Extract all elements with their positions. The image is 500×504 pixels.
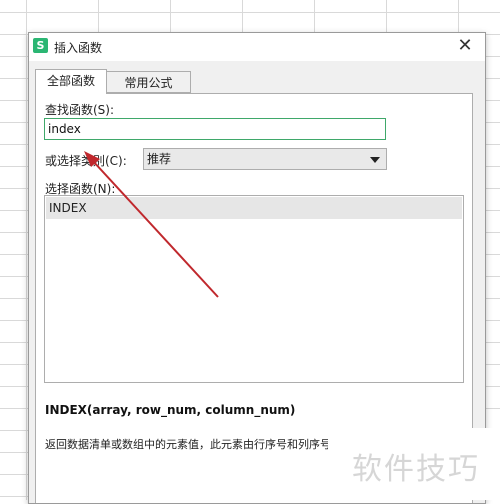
list-item[interactable]: INDEX — [46, 197, 462, 219]
category-dropdown[interactable]: 推荐 — [143, 148, 387, 170]
function-list[interactable]: INDEX — [44, 195, 464, 383]
category-label: 或选择类别(C): — [45, 154, 127, 168]
dialog-titlebar: S 插入函数 ✕ — [29, 33, 485, 61]
close-icon[interactable]: ✕ — [455, 36, 475, 56]
app-logo-icon: S — [33, 38, 48, 53]
chevron-down-icon[interactable] — [370, 157, 380, 163]
tab-common-formulas[interactable]: 常用公式 — [107, 71, 191, 93]
watermark: 软件技巧 — [328, 428, 500, 500]
tab-all-functions[interactable]: 全部函数 — [35, 69, 107, 94]
function-signature: INDEX(array, row_num, column_num) — [45, 403, 296, 417]
search-label: 查找函数(S): — [45, 103, 115, 117]
watermark-text: 软件技巧 — [352, 452, 480, 487]
dialog-title: 插入函数 — [54, 41, 103, 55]
function-description: 返回数据清单或数组中的元素值，此元素由行序号和列序号 — [45, 438, 331, 451]
category-selected-value: 推荐 — [147, 152, 172, 166]
search-input[interactable]: index — [44, 118, 386, 140]
